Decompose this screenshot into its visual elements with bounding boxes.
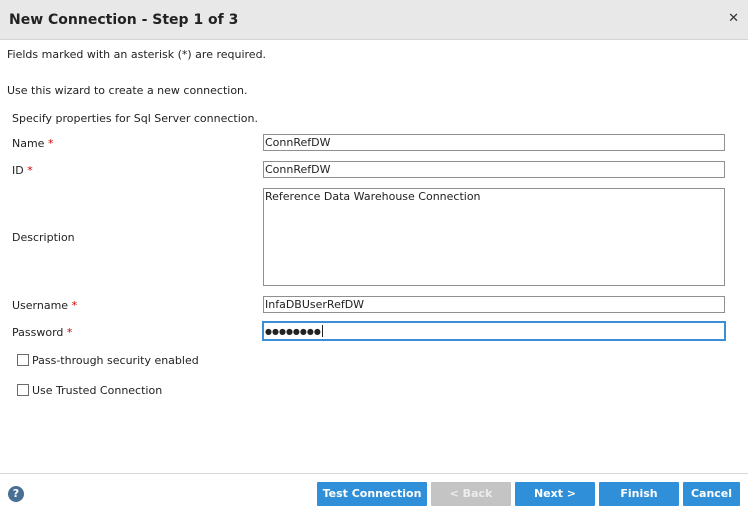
wizard-note: Use this wizard to create a new connecti… [7, 84, 248, 97]
close-icon[interactable]: ✕ [728, 11, 739, 26]
username-field[interactable]: InfaDBUserRefDW [263, 296, 725, 313]
required-marker: * [27, 164, 33, 177]
trusted-connection-checkbox[interactable] [17, 384, 29, 396]
id-field[interactable]: ConnRefDW [263, 161, 725, 178]
finish-button[interactable]: Finish [599, 482, 679, 506]
required-marker: * [47, 137, 54, 150]
name-field[interactable]: ConnRefDW [263, 134, 725, 151]
text-caret [321, 325, 323, 337]
password-label: Password * [12, 326, 73, 339]
passthrough-security-checkbox[interactable] [17, 354, 29, 366]
required-marker: * [66, 326, 73, 339]
cancel-button[interactable]: Cancel [683, 482, 740, 506]
required-marker: * [71, 299, 78, 312]
passthrough-security-label[interactable]: Pass-through security enabled [32, 354, 199, 367]
back-button[interactable]: < Back [431, 482, 511, 506]
help-icon[interactable]: ? [8, 486, 24, 502]
trusted-connection-label[interactable]: Use Trusted Connection [32, 384, 162, 397]
dialog-title: New Connection - Step 1 of 3 [9, 12, 239, 28]
footer-divider [0, 473, 748, 474]
test-connection-button[interactable]: Test Connection [317, 482, 427, 506]
password-masked-value: ●●●●●●●● [265, 327, 321, 336]
next-button[interactable]: Next > [515, 482, 595, 506]
password-field[interactable]: ●●●●●●●● [262, 321, 726, 341]
dialog-title-bar: New Connection - Step 1 of 3 ✕ [0, 0, 748, 40]
name-label: Name * [12, 137, 54, 150]
required-note: Fields marked with an asterisk (*) are r… [7, 48, 267, 61]
specify-properties-note: Specify properties for Sql Server connec… [12, 112, 258, 125]
username-label: Username * [12, 299, 78, 312]
id-label: ID * [12, 164, 33, 177]
description-label: Description [12, 231, 75, 244]
description-textarea[interactable]: Reference Data Warehouse Connection [263, 188, 725, 286]
